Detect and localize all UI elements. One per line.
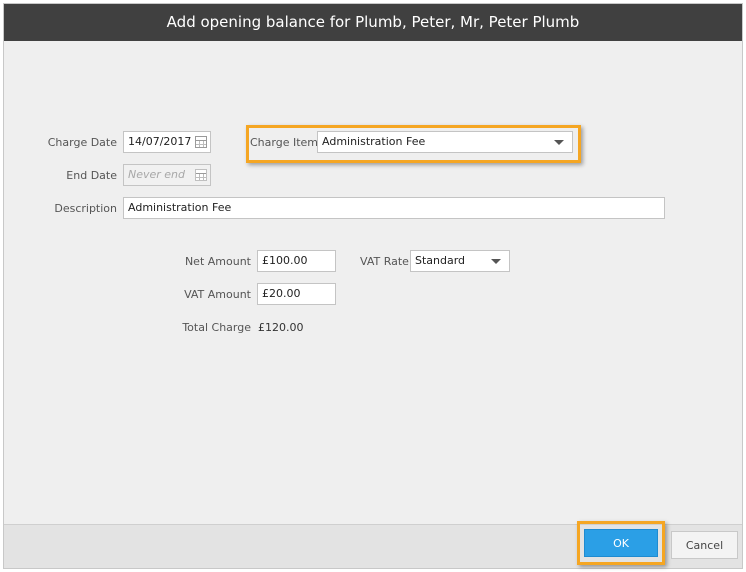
end-date-placeholder: Never end [128,168,186,181]
charge-item-value: Administration Fee [322,135,426,148]
total-charge-label: Total Charge [182,321,251,334]
chevron-down-icon [491,259,501,264]
description-value: Administration Fee [128,201,232,214]
vat-rate-label: VAT Rate [360,255,409,268]
chevron-down-icon [554,140,564,145]
vat-amount-input[interactable]: £20.00 [257,283,336,305]
description-label: Description [54,202,117,215]
vat-amount-label: VAT Amount [184,288,251,301]
charge-item-select[interactable]: Administration Fee [317,131,573,153]
end-date-field: Never end [123,164,211,186]
calendar-icon[interactable] [195,136,207,148]
description-input[interactable]: Administration Fee [123,197,665,219]
charge-date-label: Charge Date [47,136,117,149]
calendar-icon [195,169,207,181]
net-amount-value: £100.00 [262,254,308,267]
ok-button[interactable]: OK [584,529,658,557]
dialog-title: Add opening balance for Plumb, Peter, Mr… [4,4,742,41]
cancel-button[interactable]: Cancel [671,531,738,559]
opening-balance-dialog: Add opening balance for Plumb, Peter, Mr… [3,3,743,569]
total-charge-value: £120.00 [258,321,304,334]
charge-date-field[interactable]: 14/07/2017 [123,131,211,153]
charge-date-value: 14/07/2017 [128,135,192,148]
end-date-label: End Date [66,169,117,182]
dialog-footer: OK Cancel [4,521,742,568]
vat-rate-select[interactable]: Standard [410,250,510,272]
vat-rate-value: Standard [415,254,466,267]
net-amount-label: Net Amount [184,255,251,268]
vat-amount-value: £20.00 [262,287,301,300]
net-amount-input[interactable]: £100.00 [257,250,336,272]
charge-item-label: Charge Item [250,136,319,149]
